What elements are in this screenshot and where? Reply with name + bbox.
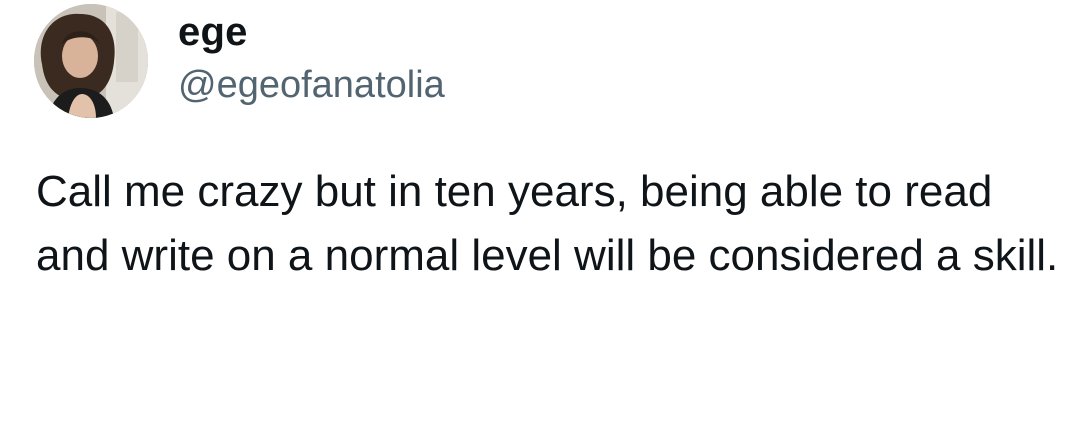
tweet-text: Call me crazy but in ten years, being ab… [36, 167, 1059, 280]
tweet-card: ege @egeofanatolia Call me crazy but in … [0, 0, 1080, 423]
avatar-photo [34, 4, 148, 118]
user-handle[interactable]: @egeofanatolia [178, 62, 445, 108]
display-name[interactable]: ege [178, 8, 248, 56]
avatar[interactable] [34, 4, 148, 118]
